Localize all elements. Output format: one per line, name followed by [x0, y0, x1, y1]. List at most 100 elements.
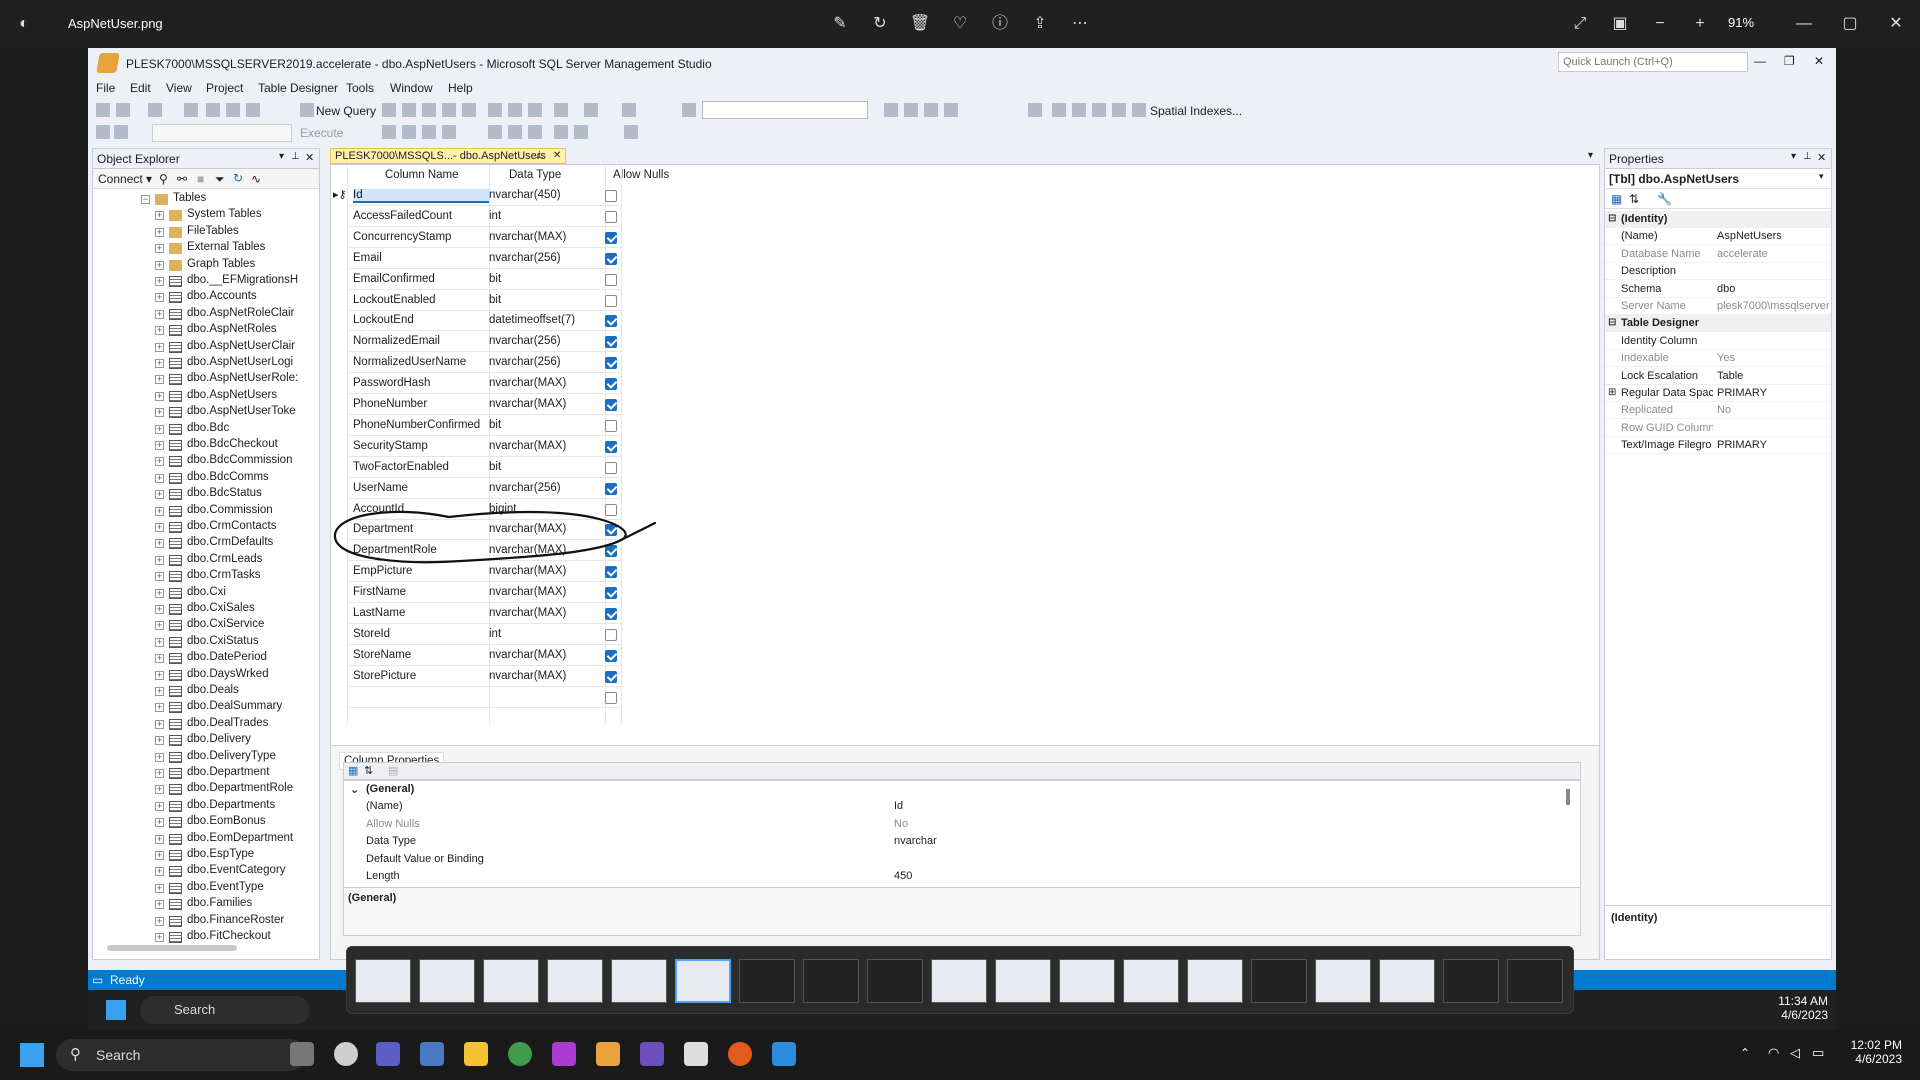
- vm-icon[interactable]: [684, 1042, 708, 1066]
- filmstrip-thumbnail[interactable]: [1379, 959, 1435, 1003]
- pin-icon[interactable]: ⊥: [291, 151, 300, 162]
- save-icon[interactable]: [226, 103, 240, 117]
- allow-nulls-checkbox[interactable]: [605, 587, 617, 600]
- expand-icon[interactable]: +: [155, 933, 164, 942]
- menu-file[interactable]: File: [96, 81, 115, 95]
- minimize-icon[interactable]: —: [1754, 54, 1766, 68]
- expand-icon[interactable]: +: [155, 900, 164, 910]
- tree-table[interactable]: + dbo.EventCategory: [93, 863, 319, 879]
- expand-icon[interactable]: +: [155, 687, 164, 696]
- tree-table[interactable]: + dbo.FitCheckout: [93, 929, 319, 945]
- categorized-icon[interactable]: ▦: [348, 764, 358, 777]
- execute-button[interactable]: Execute: [300, 126, 343, 140]
- menu-window[interactable]: Window: [390, 81, 433, 95]
- property-category[interactable]: ⊟ (Identity): [1605, 211, 1831, 228]
- tree-table[interactable]: + dbo.AspNetUserClair: [93, 339, 319, 355]
- property-row[interactable]: Description: [1605, 263, 1831, 281]
- menu-edit[interactable]: Edit: [130, 81, 151, 95]
- expand-icon[interactable]: +: [155, 801, 164, 811]
- column-property-row[interactable]: Allow Nulls No: [344, 816, 1580, 833]
- tree-table[interactable]: + dbo.EventType: [93, 880, 319, 896]
- tab-overflow-icon[interactable]: ▾: [1588, 150, 1593, 161]
- filmstrip-thumbnail[interactable]: [1123, 959, 1179, 1003]
- filmstrip-thumbnail[interactable]: [1443, 959, 1499, 1003]
- property-value[interactable]: No: [1717, 404, 1829, 416]
- expand-icon[interactable]: +: [155, 277, 164, 286]
- edit-icon[interactable]: ✎: [828, 12, 852, 36]
- filmstrip-thumbnail[interactable]: [1507, 959, 1563, 1003]
- toolbox-icon[interactable]: [924, 103, 938, 117]
- tray-chevron-icon[interactable]: ⌃: [1740, 1046, 1750, 1060]
- filmstrip-thumbnail[interactable]: [1059, 959, 1115, 1003]
- data-type-cell[interactable]: nvarchar(MAX): [489, 670, 566, 682]
- back-icon[interactable]: [96, 103, 110, 117]
- expand-icon[interactable]: +: [155, 506, 164, 516]
- db-engine-query-icon[interactable]: [382, 103, 396, 117]
- windows-start-icon[interactable]: [20, 1043, 44, 1067]
- property-category[interactable]: ⊟ Table Designer: [1605, 315, 1831, 333]
- filmstrip-thumbnail[interactable]: [1187, 959, 1243, 1003]
- tree-table[interactable]: + dbo.FinanceRoster: [93, 913, 319, 929]
- expand-icon[interactable]: ⊞: [1608, 387, 1616, 398]
- delete-icon[interactable]: 🗑: [908, 12, 932, 36]
- query-options-icon[interactable]: [442, 125, 456, 139]
- rider-icon[interactable]: [552, 1042, 576, 1066]
- stop-icon[interactable]: ■: [197, 172, 204, 186]
- xml-indexes-icon[interactable]: [1112, 103, 1126, 117]
- share-icon[interactable]: ⇪: [1028, 12, 1052, 36]
- menu-view[interactable]: View: [166, 81, 192, 95]
- tree-table[interactable]: + dbo.BdcStatus: [93, 486, 319, 502]
- dropdown-icon[interactable]: ▾: [279, 151, 284, 162]
- property-row[interactable]: Indexable Yes: [1605, 350, 1831, 368]
- task-view-icon[interactable]: [290, 1042, 314, 1066]
- expand-icon[interactable]: +: [155, 473, 164, 483]
- relationships-icon[interactable]: [1052, 103, 1066, 117]
- tree-table[interactable]: + dbo.CxiService: [93, 617, 319, 633]
- save-all-icon[interactable]: [246, 103, 260, 117]
- filmstrip-thumbnail[interactable]: [739, 959, 795, 1003]
- favorite-icon[interactable]: ♡: [948, 12, 972, 36]
- property-value[interactable]: Yes: [1717, 352, 1829, 364]
- postman-icon[interactable]: [728, 1042, 752, 1066]
- actual-size-icon[interactable]: ▣: [1608, 12, 1632, 36]
- filmstrip-thumbnail[interactable]: [803, 959, 859, 1003]
- parse-icon[interactable]: [402, 125, 416, 139]
- property-pages-icon[interactable]: 🔧: [1657, 192, 1672, 206]
- tree-folder[interactable]: − Tables: [93, 191, 319, 207]
- file-explorer-icon[interactable]: [464, 1042, 488, 1066]
- allow-nulls-checkbox[interactable]: [605, 670, 617, 683]
- connect-icon[interactable]: [96, 125, 110, 139]
- tree-table[interactable]: + dbo.DaysWrked: [93, 667, 319, 683]
- expand-icon[interactable]: +: [155, 260, 164, 270]
- property-row[interactable]: Database Name accelerate: [1605, 246, 1831, 263]
- new-project-icon[interactable]: [148, 103, 162, 117]
- wrench-icon[interactable]: [904, 103, 918, 117]
- expand-icon[interactable]: +: [155, 391, 164, 401]
- solution-explorer-icon[interactable]: [682, 103, 696, 117]
- wifi-icon[interactable]: ◠: [1768, 1045, 1779, 1061]
- allow-nulls-checkbox[interactable]: [605, 628, 617, 641]
- close-icon[interactable]: ✕: [1884, 12, 1908, 36]
- property-value[interactable]: No: [894, 818, 908, 830]
- property-pages-icon[interactable]: ▤: [388, 764, 398, 777]
- expand-icon[interactable]: +: [155, 227, 164, 237]
- property-row[interactable]: Identity Column: [1605, 333, 1831, 350]
- tree-folder[interactable]: + FileTables: [93, 224, 319, 240]
- expand-icon[interactable]: +: [155, 605, 164, 614]
- property-row[interactable]: Text/Image Filegro PRIMARY: [1605, 437, 1831, 455]
- close-icon[interactable]: ✕: [553, 150, 561, 161]
- property-row[interactable]: ⊞ Regular Data Space PRIMARY: [1605, 385, 1831, 402]
- chrome-icon[interactable]: [508, 1042, 532, 1066]
- menu-table-designer[interactable]: Table Designer: [258, 81, 338, 95]
- expand-icon[interactable]: +: [155, 457, 164, 467]
- forward-icon[interactable]: [116, 103, 130, 117]
- close-icon[interactable]: ✕: [1814, 54, 1824, 68]
- filmstrip-thumbnail[interactable]: [931, 959, 987, 1003]
- tree-table[interactable]: + dbo.__EFMigrationsH: [93, 273, 319, 289]
- cancel-query-icon[interactable]: [382, 125, 396, 139]
- data-type-cell[interactable]: int: [489, 628, 501, 640]
- find-icon[interactable]: [622, 103, 636, 117]
- weather-icon[interactable]: [334, 1042, 358, 1066]
- dax-query-icon[interactable]: [462, 103, 476, 117]
- settings-app-icon[interactable]: [420, 1042, 444, 1066]
